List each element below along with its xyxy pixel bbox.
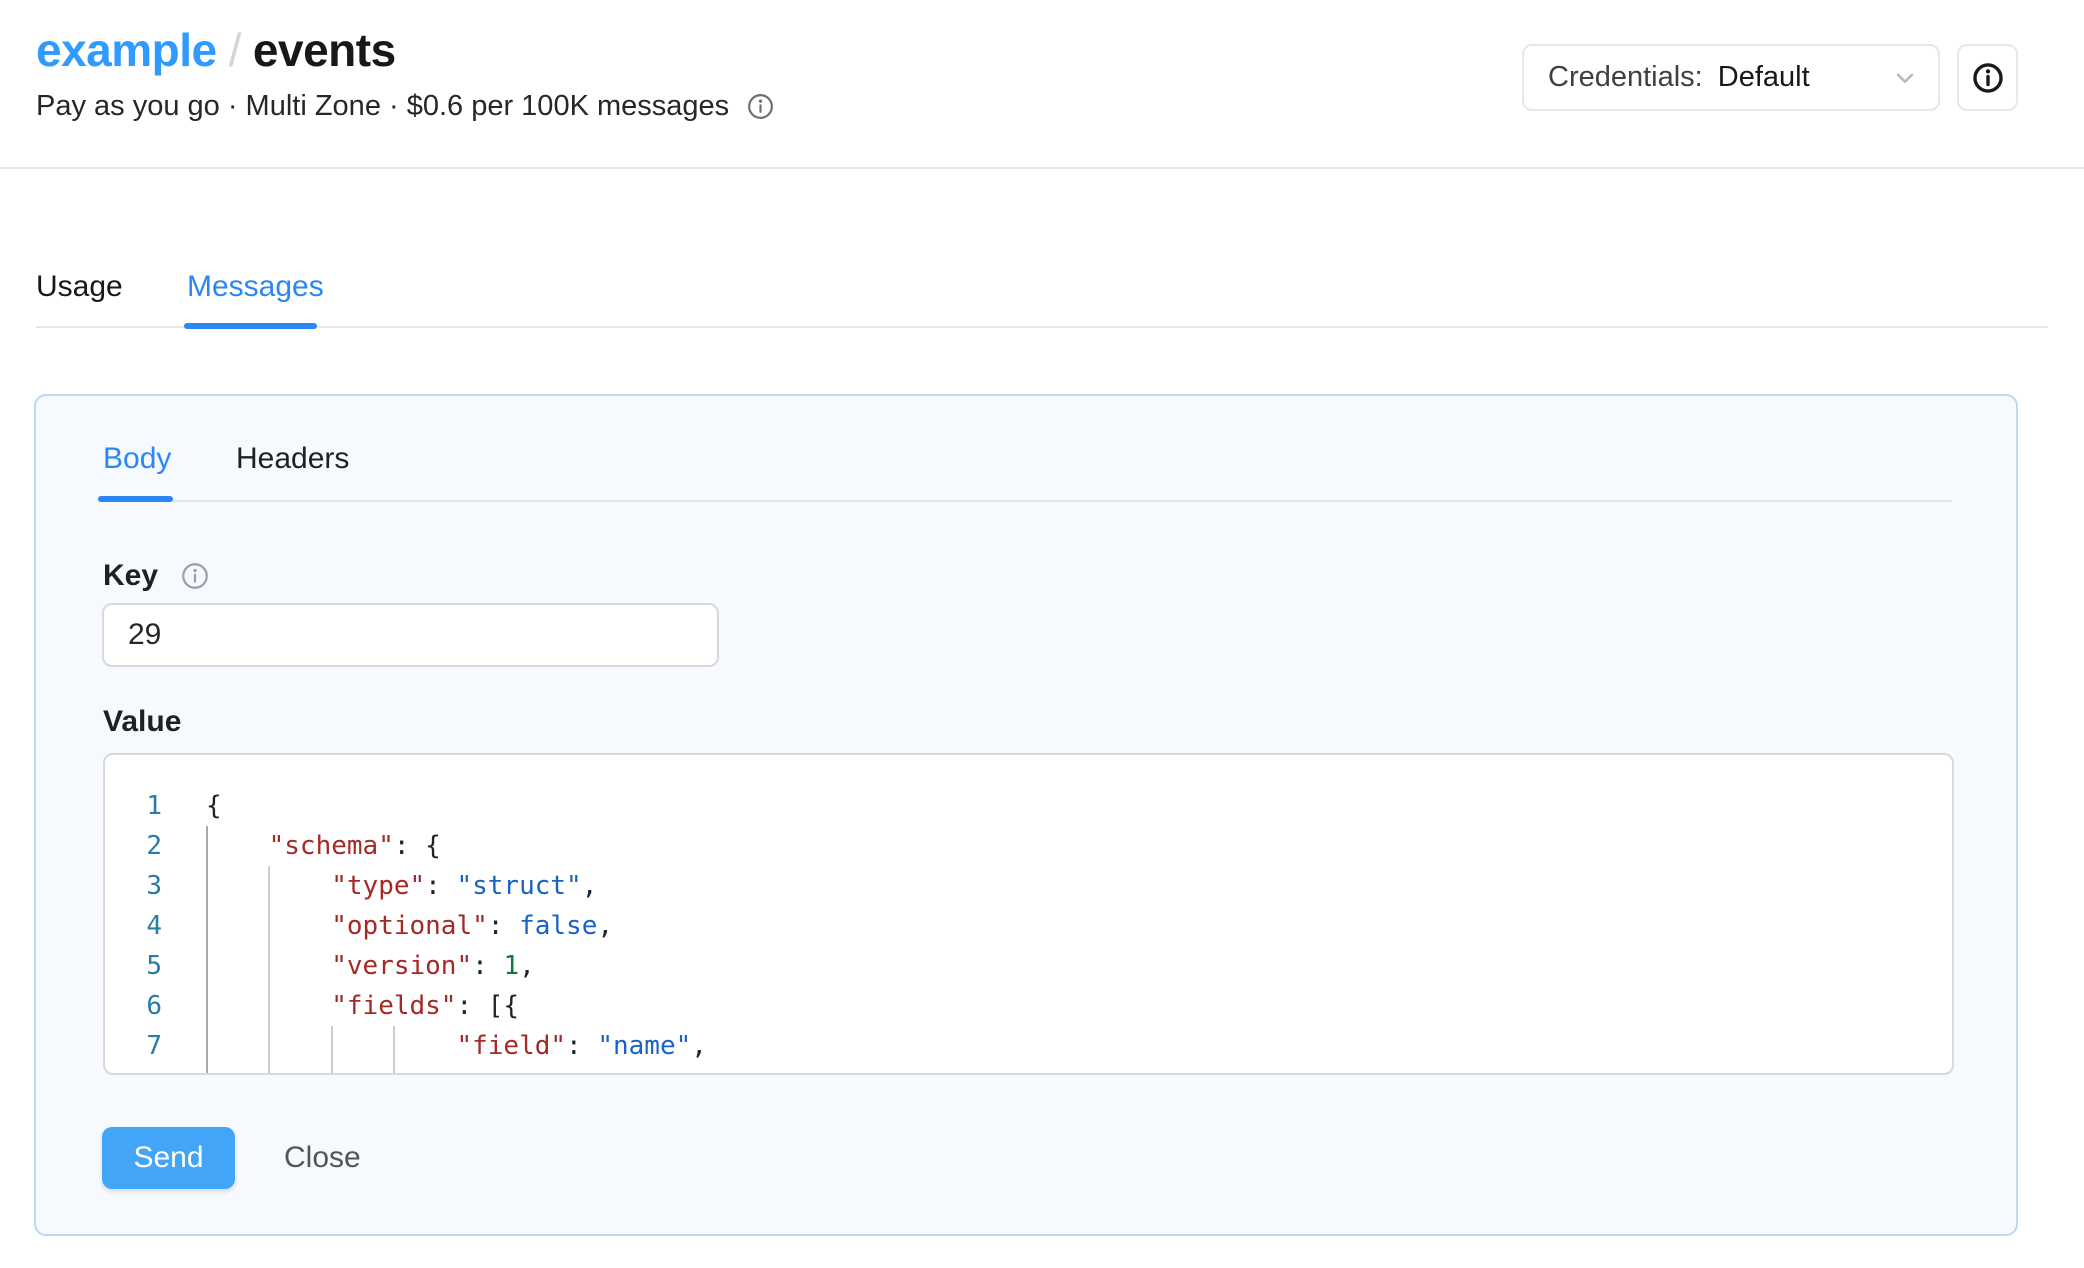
- breadcrumb-page: events: [253, 24, 396, 76]
- breadcrumb-separator: /: [229, 24, 241, 76]
- code-line: 7 "field": "name",: [105, 1026, 707, 1066]
- key-info-icon[interactable]: [180, 561, 210, 591]
- code-line: 6 "fields": [{: [105, 986, 707, 1026]
- active-tab-underline: [184, 323, 317, 329]
- line-number: 6: [105, 986, 162, 1026]
- code-line: 3 "type": "struct",: [105, 866, 707, 906]
- code-editor-lines: 1{2 "schema": {3 "type": "struct",4 "opt…: [105, 786, 707, 1075]
- tab-body[interactable]: Body: [103, 442, 171, 476]
- breadcrumb-project-link[interactable]: example: [36, 24, 217, 76]
- line-number: 7: [105, 1026, 162, 1066]
- code-line: 2 "schema": {: [105, 826, 707, 866]
- code-line: 8 "type": "string": [105, 1066, 707, 1075]
- line-number: 8: [105, 1066, 162, 1075]
- tab-headers[interactable]: Headers: [236, 442, 349, 476]
- value-label: Value: [103, 704, 181, 740]
- credentials-label: Credentials:: [1548, 61, 1703, 94]
- header: example/events Pay as you go · Multi Zon…: [0, 0, 2084, 169]
- tabs-divider: [36, 326, 2048, 328]
- tab-messages[interactable]: Messages: [187, 270, 324, 304]
- code-line: 1{: [105, 786, 707, 826]
- tab-usage[interactable]: Usage: [36, 270, 123, 304]
- code-line: 4 "optional": false,: [105, 906, 707, 946]
- pricing-info-icon[interactable]: [746, 92, 775, 121]
- line-number: 5: [105, 946, 162, 986]
- credentials-value: Default: [1718, 61, 1810, 94]
- panel-tabs-divider: [100, 500, 1952, 502]
- key-input[interactable]: [102, 603, 719, 667]
- plan-subtitle-row: Pay as you go · Multi Zone · $0.6 per 10…: [36, 88, 775, 124]
- line-number: 4: [105, 906, 162, 946]
- plan-subtitle: Pay as you go · Multi Zone · $0.6 per 10…: [36, 88, 729, 124]
- credentials-select[interactable]: Credentials: Default: [1522, 44, 1940, 111]
- close-button[interactable]: Close: [284, 1127, 361, 1189]
- send-button[interactable]: Send: [102, 1127, 235, 1189]
- line-number: 3: [105, 866, 162, 906]
- line-number: 1: [105, 786, 162, 826]
- message-panel: Body Headers Key Value 1{2 "schema": {3 …: [34, 394, 2018, 1236]
- chevron-down-icon: [1890, 63, 1920, 93]
- key-label-row: Key: [103, 558, 210, 594]
- credentials-info-button[interactable]: [1957, 44, 2018, 111]
- panel-active-tab-underline: [98, 496, 173, 502]
- page: example/events Pay as you go · Multi Zon…: [0, 0, 2084, 1268]
- breadcrumb: example/events: [36, 20, 396, 80]
- line-number: 2: [105, 826, 162, 866]
- info-icon: [1971, 61, 2005, 95]
- code-editor[interactable]: 1{2 "schema": {3 "type": "struct",4 "opt…: [103, 753, 1954, 1075]
- key-label: Key: [103, 558, 158, 594]
- code-line: 5 "version": 1,: [105, 946, 707, 986]
